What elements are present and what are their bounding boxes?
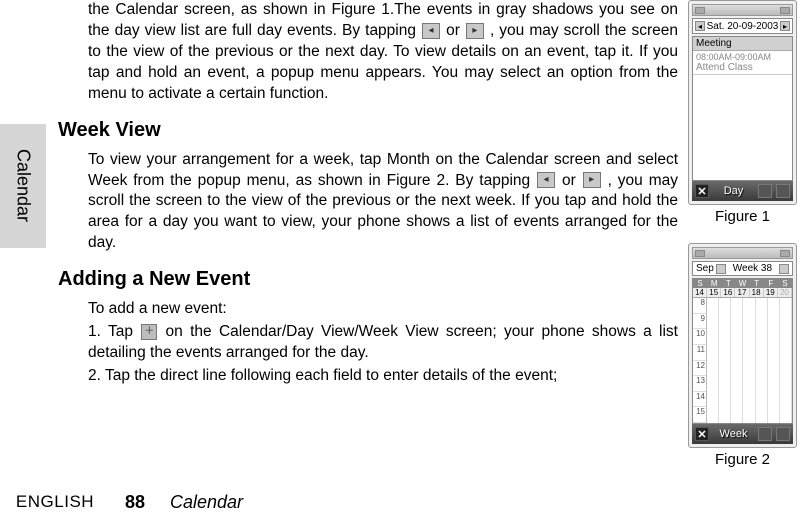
new-event-icon[interactable] (758, 427, 772, 441)
device-status-bar (692, 247, 793, 259)
month-label[interactable]: Sep (696, 263, 714, 274)
text: 1. Tap (88, 323, 140, 340)
date-bar: ◂ Sat. 20-09-2003 ▸ (692, 18, 793, 34)
view-label[interactable]: Week (713, 428, 754, 440)
side-tab-label: Calendar (13, 149, 34, 222)
status-stub (695, 7, 705, 14)
dow: S (778, 279, 792, 288)
hour: 9 (693, 314, 706, 330)
hour: 15 (693, 407, 706, 423)
figure-1: ◂ Sat. 20-09-2003 ▸ Meeting 08:00AM-09:0… (688, 0, 797, 225)
add-event-heading: Adding a New Event (58, 268, 678, 291)
arrow-right-icon[interactable]: ▸ (780, 21, 790, 31)
hour: 10 (693, 329, 706, 345)
dropdown-icon[interactable] (716, 264, 726, 274)
day-view-body: Meeting 08:00AM-09:00AM Attend Class (692, 36, 793, 181)
grid-columns[interactable] (707, 298, 792, 423)
device-bottom-bar: ✕ Week (692, 424, 793, 444)
week-label: Week 38 (728, 263, 777, 274)
side-tab: Calendar (0, 124, 46, 248)
arrow-left-icon: ◂ (537, 172, 555, 188)
intro-paragraph: the Calendar screen, as shown in Figure … (88, 0, 678, 105)
page-number: 88 (110, 492, 160, 513)
close-icon[interactable]: ✕ (695, 427, 709, 441)
new-event-icon[interactable] (758, 184, 772, 198)
dow: T (750, 279, 764, 288)
event-time: 08:00AM-09:00AM (696, 52, 789, 62)
week-view-body: S M T W T F S 14 15 16 17 18 19 20 8 9 (692, 278, 793, 424)
dow: M (707, 279, 721, 288)
plus-icon: ＋ (141, 324, 157, 340)
dow: T (721, 279, 735, 288)
day[interactable]: 15 (707, 288, 721, 297)
device-mock-day-view: ◂ Sat. 20-09-2003 ▸ Meeting 08:00AM-09:0… (688, 0, 797, 205)
status-stub (695, 250, 705, 257)
arrow-right-icon: ▸ (466, 23, 484, 39)
day[interactable]: 17 (735, 288, 749, 297)
close-icon[interactable]: ✕ (695, 184, 709, 198)
day[interactable]: 19 (764, 288, 778, 297)
day[interactable]: 18 (750, 288, 764, 297)
text: on the Calendar/Day View/Week View scree… (88, 323, 678, 361)
hour: 13 (693, 376, 706, 392)
week-view-heading: Week View (58, 119, 678, 142)
menu-icon[interactable] (776, 184, 790, 198)
dropdown-icon[interactable] (779, 264, 789, 274)
menu-icon[interactable] (776, 427, 790, 441)
month-week-bar: Sep Week 38 (692, 261, 793, 276)
text: or (556, 172, 582, 189)
day[interactable]: 14 (693, 288, 707, 297)
day[interactable]: 16 (721, 288, 735, 297)
dow: W (735, 279, 749, 288)
hour-column: 8 9 10 11 12 13 14 15 (693, 298, 707, 423)
day[interactable]: 20 (778, 288, 792, 297)
week-grid[interactable]: 8 9 10 11 12 13 14 15 (693, 298, 792, 423)
figure-2: Sep Week 38 S M T W T F S 14 15 16 17 18… (688, 243, 797, 468)
figure-1-caption: Figure 1 (688, 208, 797, 225)
hour: 8 (693, 298, 706, 314)
view-label[interactable]: Day (713, 185, 754, 197)
arrow-right-icon: ▸ (583, 172, 601, 188)
event-title: Attend Class (696, 62, 789, 73)
date-label: Sat. 20-09-2003 (707, 21, 779, 32)
event-row[interactable]: 08:00AM-09:00AM Attend Class (693, 51, 792, 75)
hour: 11 (693, 345, 706, 361)
device-status-bar (692, 4, 793, 16)
add-event-step-1: 1. Tap ＋ on the Calendar/Day View/Week V… (88, 322, 678, 364)
footer-title: Calendar (170, 492, 243, 513)
figure-2-caption: Figure 2 (688, 451, 797, 468)
device-bottom-bar: ✕ Day (692, 181, 793, 201)
status-stub (780, 250, 790, 257)
text: or (441, 22, 465, 39)
hour: 14 (693, 392, 706, 408)
status-stub (780, 7, 790, 14)
page-footer: ENGLISH 88 Calendar (0, 485, 808, 519)
dow: S (693, 279, 707, 288)
arrow-left-icon: ◂ (422, 23, 440, 39)
arrow-left-icon[interactable]: ◂ (695, 21, 705, 31)
dow: F (764, 279, 778, 288)
language-label: ENGLISH (0, 492, 110, 512)
all-day-event[interactable]: Meeting (693, 37, 792, 51)
main-content: the Calendar screen, as shown in Figure … (88, 0, 684, 389)
add-event-step-2: 2. Tap the direct line following each fi… (88, 366, 678, 387)
add-event-lead: To add a new event: (88, 299, 678, 320)
week-view-paragraph: To view your arrangement for a week, tap… (88, 150, 678, 255)
hour: 12 (693, 361, 706, 377)
week-days: 14 15 16 17 18 19 20 (693, 288, 792, 298)
device-mock-week-view: Sep Week 38 S M T W T F S 14 15 16 17 18… (688, 243, 797, 448)
week-header: S M T W T F S (693, 279, 792, 288)
